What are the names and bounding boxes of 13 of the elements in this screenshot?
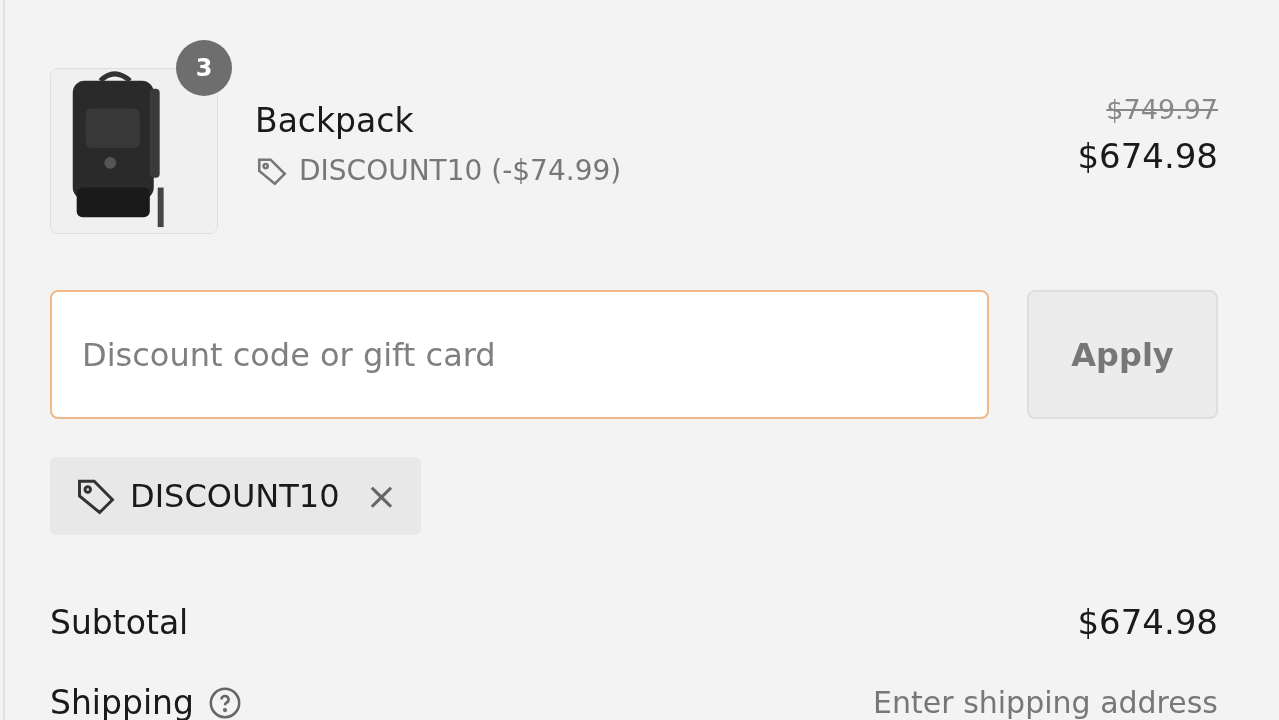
discount-label: DISCOUNT10 (-$74.99) xyxy=(299,152,622,189)
discount-code-field[interactable]: Discount code or gift card xyxy=(50,290,989,419)
summary-label: Subtotal xyxy=(50,601,189,644)
product-name: Backpack xyxy=(255,100,415,143)
help-icon[interactable] xyxy=(207,685,242,720)
summary-note: Enter shipping address xyxy=(873,684,1218,720)
discount-code: DISCOUNT10 xyxy=(130,476,340,517)
quantity-badge: 3 xyxy=(176,40,232,96)
apply-button[interactable]: Apply xyxy=(1027,290,1218,419)
original-price: $749.97 xyxy=(1106,93,1218,128)
price: $674.98 xyxy=(1077,134,1218,178)
summary-value: $674.98 xyxy=(1077,601,1218,644)
remove-button[interactable]: × xyxy=(365,477,398,515)
